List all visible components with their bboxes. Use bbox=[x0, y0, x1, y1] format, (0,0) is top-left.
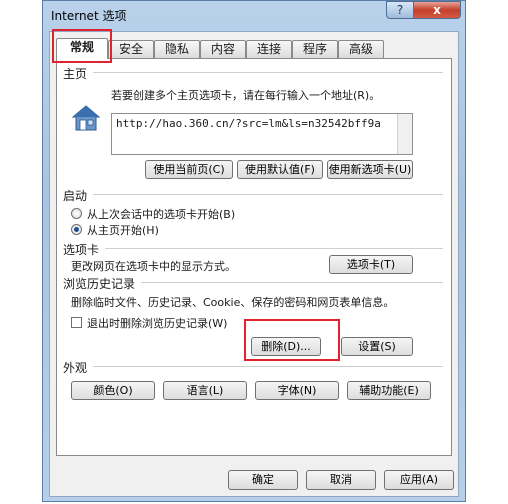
internet-options-window: Internet 选项 ? x 常规 安全 隐私 内容 连接 程序 高级 主页 … bbox=[42, 0, 466, 502]
history-settings-button[interactable]: 设置(S) bbox=[341, 337, 413, 356]
apply-button[interactable]: 应用(A) bbox=[384, 470, 454, 490]
home-section-title: 主页 bbox=[63, 67, 88, 81]
cancel-button[interactable]: 取消 bbox=[306, 470, 376, 490]
accessibility-button[interactable]: 辅助功能(E) bbox=[347, 381, 431, 400]
divider bbox=[93, 194, 443, 195]
tabs-description: 更改网页在选项卡中的显示方式。 bbox=[71, 260, 236, 273]
tab-general[interactable]: 常规 bbox=[56, 38, 108, 59]
use-current-button[interactable]: 使用当前页(C) bbox=[145, 160, 233, 179]
window-title: Internet 选项 bbox=[51, 9, 127, 23]
title-bar[interactable]: Internet 选项 ? x bbox=[43, 1, 465, 27]
tab-connections[interactable]: 连接 bbox=[246, 40, 292, 58]
tab-programs[interactable]: 程序 bbox=[292, 40, 338, 58]
delete-on-exit-label: 退出时删除浏览历史记录(W) bbox=[87, 317, 228, 330]
languages-button[interactable]: 语言(L) bbox=[163, 381, 247, 400]
tab-content[interactable]: 内容 bbox=[200, 40, 246, 58]
dialog-client: 常规 安全 隐私 内容 连接 程序 高级 主页 若要创建多个主页选项卡，请在每行… bbox=[49, 31, 459, 497]
use-default-button[interactable]: 使用默认值(F) bbox=[237, 160, 323, 179]
divider bbox=[105, 248, 443, 249]
startup-last-session-label: 从上次会话中的选项卡开始(B) bbox=[87, 208, 236, 221]
history-section-title: 浏览历史记录 bbox=[63, 277, 136, 291]
appearance-section-title: 外观 bbox=[63, 361, 88, 375]
use-new-tab-button[interactable]: 使用新选项卡(U) bbox=[327, 160, 413, 179]
general-panel: 主页 若要创建多个主页选项卡，请在每行输入一个地址(R)。 http://hao… bbox=[56, 58, 452, 456]
tab-security[interactable]: 安全 bbox=[108, 40, 154, 58]
divider bbox=[93, 72, 443, 73]
ok-button[interactable]: 确定 bbox=[228, 470, 298, 490]
startup-section-title: 启动 bbox=[63, 189, 88, 203]
help-button[interactable]: ? bbox=[386, 1, 414, 19]
tabs-settings-button[interactable]: 选项卡(T) bbox=[329, 255, 413, 274]
close-button[interactable]: x bbox=[413, 1, 461, 19]
home-url-textarea[interactable]: http://hao.360.cn/?src=lm&ls=n32542bff9a bbox=[111, 113, 413, 155]
url-scrollbar[interactable] bbox=[397, 114, 412, 154]
tab-privacy[interactable]: 隐私 bbox=[154, 40, 200, 58]
tabs-section-title: 选项卡 bbox=[63, 243, 100, 257]
startup-home-radio[interactable] bbox=[71, 224, 82, 235]
fonts-button[interactable]: 字体(N) bbox=[255, 381, 339, 400]
startup-last-session-radio[interactable] bbox=[71, 208, 82, 219]
history-description: 删除临时文件、历史记录、Cookie、保存的密码和网页表单信息。 bbox=[71, 296, 395, 309]
home-url-value: http://hao.360.cn/?src=lm&ls=n32542bff9a bbox=[116, 117, 381, 130]
startup-home-label: 从主页开始(H) bbox=[87, 224, 159, 237]
colors-button[interactable]: 颜色(O) bbox=[71, 381, 155, 400]
home-page-icon bbox=[71, 105, 101, 131]
delete-on-exit-checkbox[interactable] bbox=[71, 317, 82, 328]
home-description: 若要创建多个主页选项卡，请在每行输入一个地址(R)。 bbox=[111, 89, 381, 102]
divider bbox=[93, 366, 443, 367]
tab-advanced[interactable]: 高级 bbox=[338, 40, 384, 58]
divider bbox=[141, 282, 443, 283]
delete-history-button[interactable]: 删除(D)... bbox=[251, 337, 321, 356]
